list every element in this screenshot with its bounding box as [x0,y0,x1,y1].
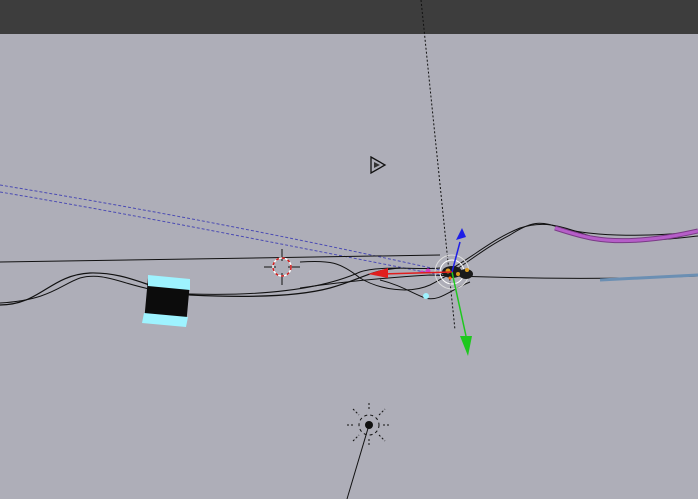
highlighted-curve-segment[interactable] [599,273,698,282]
dashed-path-curve-2 [0,191,441,276]
scene-overlay [0,0,698,499]
dashed-path-curve [0,184,441,271]
y-axis-handle[interactable] [451,271,472,356]
bezier-curve[interactable] [0,267,401,306]
3d-cursor-icon[interactable] [264,249,300,285]
transform-gizmo[interactable] [368,228,473,356]
cube-object[interactable] [142,275,190,327]
sun-lamp-icon[interactable] [346,403,391,499]
camera-icon[interactable] [370,155,387,175]
horizon-line [0,254,441,263]
z-axis-handle[interactable] [451,228,466,273]
